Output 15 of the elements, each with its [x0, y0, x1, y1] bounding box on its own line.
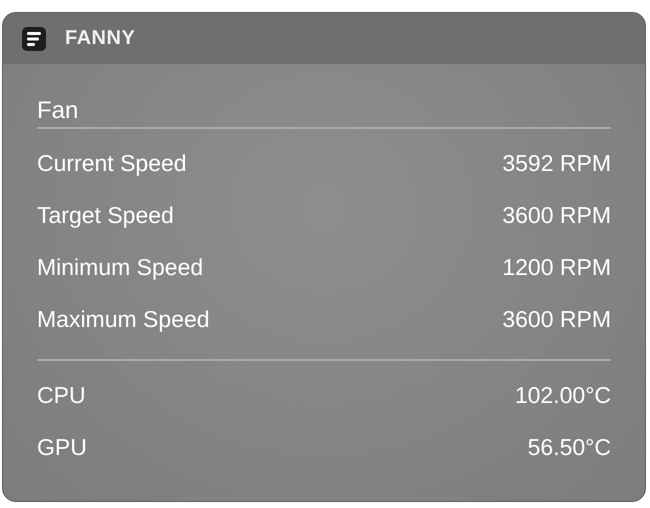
row-label: Current Speed: [37, 149, 187, 177]
row-label: CPU: [37, 381, 86, 409]
menu-lines-icon: [22, 26, 46, 50]
widget-title: FANNY: [65, 27, 136, 50]
row-label: Minimum Speed: [37, 253, 204, 281]
row-value: 102.00°C: [514, 381, 611, 409]
row-label: Maximum Speed: [37, 305, 210, 333]
row-value: 3600 RPM: [502, 305, 611, 333]
row-value: 3592 RPM: [502, 149, 611, 177]
row-value: 1200 RPM: [502, 253, 611, 281]
row-label: GPU: [37, 433, 87, 461]
row-value: 56.50°C: [528, 433, 611, 461]
row-value: 3600 RPM: [502, 201, 611, 229]
section-title: Fan: [37, 96, 80, 126]
row-label: Target Speed: [37, 201, 174, 229]
